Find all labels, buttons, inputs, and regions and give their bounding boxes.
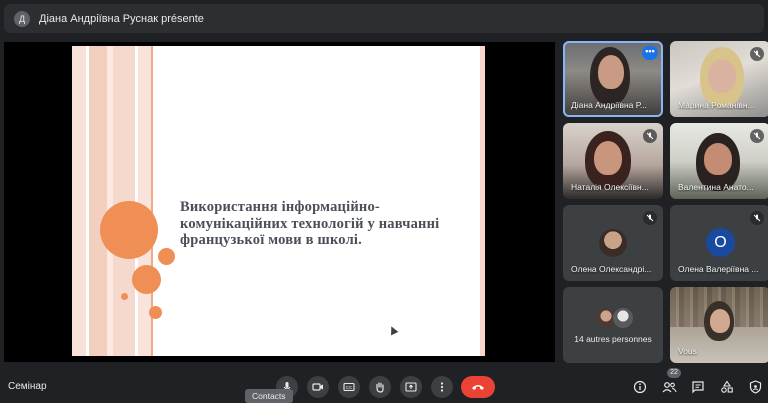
- decor-circle: [121, 293, 128, 300]
- presenter-banner: Д Діана Андріївна Руснак présente: [0, 0, 768, 36]
- participant-name: Діана Андріївна Р...: [571, 100, 647, 110]
- chat-button[interactable]: [690, 379, 706, 395]
- participant-avatar: [599, 229, 627, 257]
- self-tile[interactable]: Vous: [670, 287, 768, 363]
- presenter-label: Діана Андріївна Руснак présente: [39, 12, 204, 25]
- participant-tile[interactable]: Валентина Анато...: [670, 123, 768, 199]
- captions-button[interactable]: CC: [338, 376, 360, 398]
- slide-title: Використання інформаційно-комунікаційних…: [180, 199, 440, 248]
- more-options-button[interactable]: [431, 376, 453, 398]
- participant-name: Vous: [678, 346, 697, 356]
- participant-name: Олена Олександрі...: [571, 264, 652, 274]
- others-count: 14 autres personnes: [574, 334, 652, 344]
- hand-icon: [376, 382, 384, 393]
- mic-off-icon: [750, 47, 764, 61]
- svg-text:CC: CC: [346, 385, 353, 390]
- camera-button[interactable]: [307, 376, 329, 398]
- participant-tile[interactable]: О Олена Валеріївна ...: [670, 205, 768, 281]
- participant-name: Олена Валеріївна ...: [678, 264, 759, 274]
- mic-off-icon: [750, 129, 764, 143]
- contacts-tooltip: Contacts: [245, 389, 293, 403]
- present-icon: [405, 382, 417, 392]
- participant-face: [710, 309, 730, 333]
- leave-call-button[interactable]: [461, 376, 495, 398]
- shield-icon: [749, 380, 761, 394]
- host-controls-button[interactable]: [747, 379, 763, 395]
- mic-off-icon: [643, 211, 657, 225]
- decor-circle: [132, 265, 161, 294]
- more-vert-icon: [440, 382, 444, 392]
- presentation-stage[interactable]: Використання інформаційно-комунікаційних…: [4, 42, 555, 362]
- others-avatars: [595, 307, 635, 329]
- participant-name: Марина Романівн...: [678, 100, 755, 110]
- decor-circle: [149, 306, 162, 319]
- slide-stripe: [72, 46, 86, 356]
- participant-tile[interactable]: Марина Романівн...: [670, 41, 768, 117]
- camera-icon: [312, 383, 323, 391]
- decor-circle: [158, 248, 175, 265]
- presenter-avatar: Д: [14, 10, 30, 27]
- meeting-details-button[interactable]: [632, 379, 648, 395]
- raise-hand-button[interactable]: [369, 376, 391, 398]
- presentation-slide: Використання інформаційно-комунікаційних…: [72, 46, 485, 356]
- presenter-banner-inner: Д Діана Андріївна Руснак présente: [4, 4, 764, 33]
- more-options-icon[interactable]: •••: [642, 46, 658, 60]
- people-button[interactable]: [661, 379, 677, 395]
- mic-off-icon: [750, 211, 764, 225]
- participant-name: Наталія Олексіївн...: [571, 182, 649, 192]
- decor-circle: [100, 201, 158, 259]
- participant-name: Валентина Анато...: [678, 182, 754, 192]
- hangup-icon: [472, 385, 484, 390]
- participant-face: [704, 143, 732, 175]
- mouse-cursor-icon: [387, 324, 399, 336]
- participant-tile[interactable]: Олена Олександрі...: [563, 205, 663, 281]
- participant-face: [594, 141, 622, 175]
- activities-icon: [721, 380, 733, 393]
- slide-stripe: [480, 46, 485, 356]
- present-button[interactable]: [400, 376, 422, 398]
- participant-tile[interactable]: Наталія Олексіївн...: [563, 123, 663, 199]
- participant-count-badge: 22: [667, 368, 681, 378]
- captions-icon: CC: [343, 382, 355, 392]
- participant-avatar: [612, 307, 634, 329]
- slide-stripe: [89, 46, 107, 356]
- participant-face: [708, 59, 736, 93]
- meeting-name: Семінар: [8, 381, 47, 392]
- bottom-control-bar: Семінар CC: [0, 368, 768, 403]
- chat-icon: [692, 381, 704, 394]
- activities-button[interactable]: [719, 379, 735, 395]
- info-icon: [633, 380, 647, 394]
- participant-face: [598, 55, 624, 89]
- participant-tile[interactable]: ••• Діана Андріївна Р...: [563, 41, 663, 117]
- mic-off-icon: [643, 129, 657, 143]
- people-icon: [662, 381, 677, 392]
- participant-avatar: О: [706, 228, 735, 257]
- others-tile[interactable]: 14 autres personnes: [563, 287, 663, 363]
